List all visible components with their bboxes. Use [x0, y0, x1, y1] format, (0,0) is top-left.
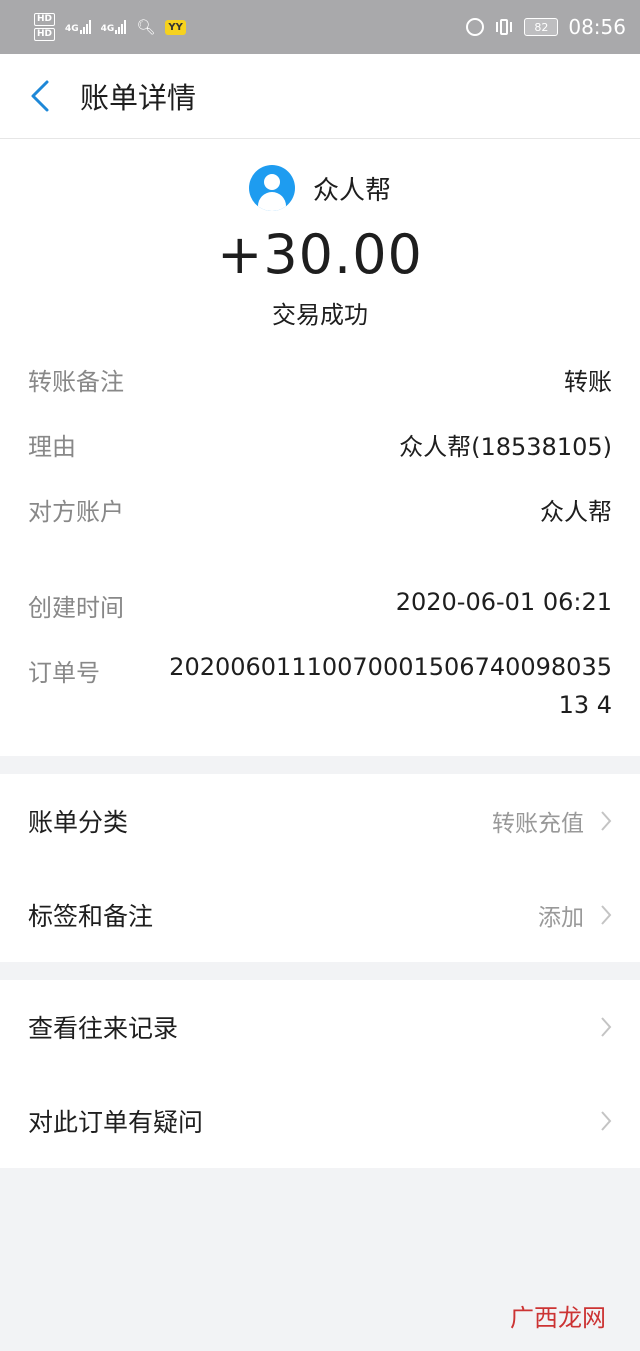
- hd-icons: HD HD: [34, 13, 56, 41]
- detail-row-remark: 转账备注 转账: [28, 352, 612, 417]
- category-group: 账单分类 转账充值 标签和备注 添加: [0, 774, 640, 962]
- battery-icon: 82: [524, 18, 559, 36]
- back-button[interactable]: [0, 54, 80, 139]
- detail-label: 理由: [28, 433, 76, 461]
- hd-icon: HD: [34, 13, 56, 26]
- chevron-right-icon: [601, 1111, 612, 1131]
- details-section: 转账备注 转账 理由 众人帮(18538105) 对方账户 众人帮 创建时间 2…: [0, 352, 640, 756]
- payer: 众人帮: [0, 165, 640, 211]
- list-item-label: 账单分类: [28, 808, 129, 837]
- detail-value: 转账: [564, 368, 612, 396]
- detail-value: 2020-06-01 06:21: [395, 588, 612, 616]
- transaction-status: 交易成功: [272, 301, 368, 329]
- detail-label: 订单号: [28, 659, 100, 687]
- navigation-bar: 账单详情: [0, 54, 640, 139]
- list-item-label: 对此订单有疑问: [28, 1108, 204, 1137]
- detail-row-created-time: 创建时间 2020-06-01 06:21: [28, 578, 612, 643]
- status-left: HD HD 4G 4G 🔍︎ YY: [34, 13, 186, 41]
- signal-icon: 4G: [101, 20, 127, 34]
- chevron-right-icon: [601, 811, 612, 831]
- watermark: 广西龙网: [510, 1304, 606, 1332]
- order-question-item[interactable]: 对此订单有疑问: [0, 1074, 640, 1168]
- status-bar: HD HD 4G 4G 🔍︎ YY 82 08:56: [0, 0, 640, 54]
- list-item-value: 添加: [538, 905, 584, 931]
- detail-label: 对方账户: [28, 498, 124, 526]
- list-item-value: 转账充值: [492, 811, 584, 837]
- payer-name: 众人帮: [312, 175, 391, 206]
- actions-group: 查看往来记录 对此订单有疑问: [0, 980, 640, 1168]
- list-item-label: 查看往来记录: [28, 1014, 179, 1043]
- page-title: 账单详情: [80, 81, 197, 115]
- avatar: [248, 165, 295, 211]
- search-icon: 🔍︎: [136, 18, 156, 36]
- order-number[interactable]: 2020060111007000150674009803513 4: [162, 648, 612, 724]
- detail-row-counterparty: 对方账户 众人帮: [28, 482, 612, 578]
- view-history-item[interactable]: 查看往来记录: [0, 980, 640, 1074]
- back-arrow-icon: [31, 80, 49, 112]
- detail-value: 众人帮: [540, 498, 612, 526]
- detail-label: 创建时间: [28, 594, 124, 622]
- transaction-summary: 众人帮 +30.00 交易成功: [0, 139, 640, 352]
- amount: +30.00: [217, 223, 423, 286]
- alarm-icon: [466, 18, 485, 36]
- detail-row-order-number: 订单号 2020060111007000150674009803513 4: [28, 643, 612, 724]
- detail-row-reason: 理由 众人帮(18538105): [28, 417, 612, 482]
- signal-icon: 4G: [65, 20, 91, 34]
- status-right: 82 08:56: [466, 15, 626, 39]
- list-item-label: 标签和备注: [28, 902, 154, 931]
- chevron-right-icon: [601, 905, 612, 925]
- hd-icon: HD: [34, 28, 56, 41]
- tags-notes-item[interactable]: 标签和备注 添加: [0, 868, 640, 962]
- bill-category-item[interactable]: 账单分类 转账充值: [0, 774, 640, 868]
- yy-app-icon: YY: [165, 19, 186, 35]
- status-time: 08:56: [568, 15, 626, 39]
- vibrate-icon: [494, 18, 514, 36]
- detail-value: 众人帮(18538105): [399, 433, 612, 461]
- detail-label: 转账备注: [28, 368, 124, 396]
- chevron-right-icon: [601, 1017, 612, 1037]
